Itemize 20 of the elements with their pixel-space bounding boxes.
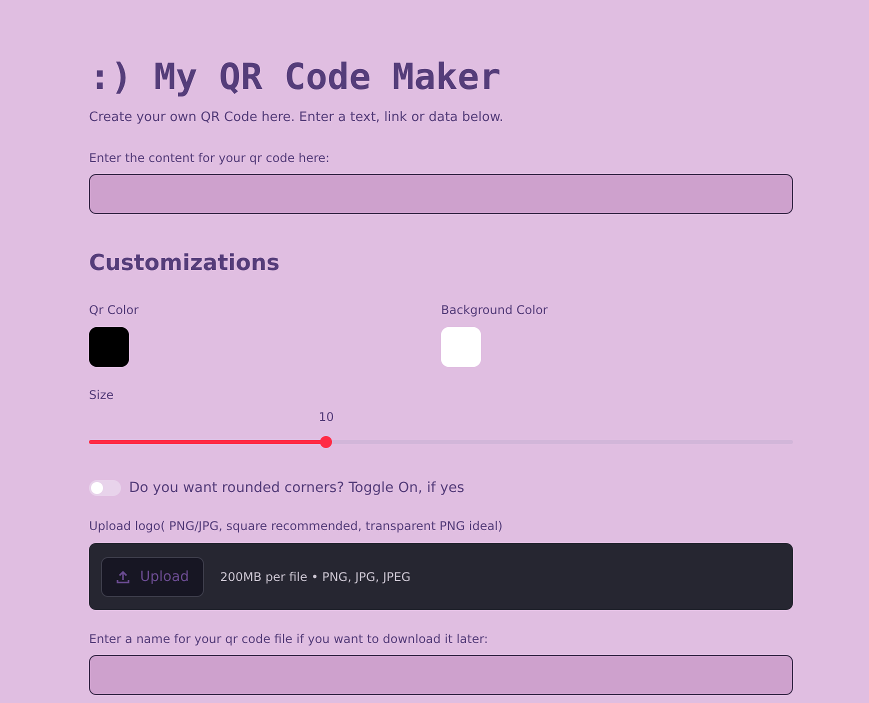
subtitle: Create your own QR Code here. Enter a text, link or data below. <box>89 110 504 126</box>
page-title: :) My QR Code Maker <box>89 56 501 100</box>
field-label: Enter a name for your qr code file if you want to download it later: <box>89 631 488 647</box>
slider-label: Size <box>89 387 114 403</box>
upload-label: Upload logo( PNG/JPG, square recommended, transparent PNG ideal) <box>89 518 503 534</box>
color-swatch[interactable] <box>441 327 481 367</box>
field-label: Enter the content for your qr code here: <box>89 150 330 166</box>
content-input-field[interactable] <box>89 174 793 214</box>
toggle-label: Do you want rounded corners? Toggle On, if yes <box>129 480 464 496</box>
color-label: Qr Color <box>89 302 139 318</box>
toggle-switch[interactable] <box>89 480 121 496</box>
upload-icon <box>116 570 130 584</box>
color-label: Background Color <box>441 302 548 318</box>
slider-value: 10 <box>318 410 334 424</box>
section-heading: Customizations <box>89 250 280 278</box>
slider-thumb[interactable] <box>320 436 332 448</box>
color-swatch[interactable] <box>89 327 129 367</box>
upload-hint: 200MB per file • PNG, JPG, JPEG <box>220 570 411 584</box>
file-dropzone[interactable]: Upload 200MB per file • PNG, JPG, JPEG <box>89 543 793 610</box>
file-name-input-field[interactable] <box>89 655 793 695</box>
